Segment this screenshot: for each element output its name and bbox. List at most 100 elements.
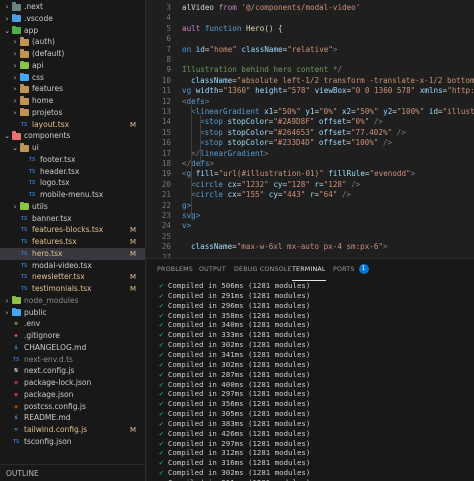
- folder-icon: [19, 72, 29, 83]
- tree-item-label: (default): [32, 49, 65, 58]
- file-mobile-menu-tsx[interactable]: TS mobile-menu.tsx: [0, 189, 145, 201]
- file-readme-md[interactable]: i README.md: [0, 412, 145, 424]
- git-modified-badge: M: [129, 285, 136, 293]
- folder-icon: [11, 307, 21, 318]
- folder-vscode[interactable]: › .vscode: [0, 13, 145, 25]
- file-type-icon: TS: [20, 286, 28, 292]
- outline-section-header[interactable]: OUTLINE: [0, 464, 145, 481]
- line-number: 27: [161, 252, 171, 258]
- code-editor[interactable]: 3 alVideo from '@/components/modal-video'…: [147, 0, 474, 258]
- file-testimonials-tsx[interactable]: TS testimonials.tsx M: [0, 283, 145, 295]
- ports-count-badge: 1: [358, 264, 369, 274]
- tree-item-label: .next: [24, 2, 43, 11]
- file-layout-tsx[interactable]: TS layout.tsx M: [0, 119, 145, 131]
- folder-icon: [19, 37, 29, 47]
- chevron-right-icon: ›: [13, 73, 17, 82]
- check-icon: ✓: [159, 320, 168, 330]
- file-gitignore[interactable]: ◆ .gitignore: [0, 330, 145, 342]
- check-icon: ✓: [159, 399, 168, 409]
- file-package-lock-json[interactable]: ▣ package-lock.json: [0, 377, 145, 389]
- indent-guide: [191, 105, 192, 220]
- file-type-icon: TS: [12, 356, 20, 363]
- check-icon: ✓: [159, 389, 168, 399]
- file-type-icon: ◆: [14, 333, 18, 339]
- folder-css[interactable]: › css: [0, 72, 145, 84]
- file-logo-tsx[interactable]: TS logo.tsx: [0, 177, 145, 189]
- folder-auth[interactable]: › (auth): [0, 36, 145, 48]
- file-type-icon: i: [14, 415, 18, 422]
- tree-item-label: tsconfig.json: [24, 436, 72, 446]
- tree-item-label: layout.tsx: [32, 119, 70, 129]
- file-header-tsx[interactable]: TS header.tsx: [0, 166, 145, 178]
- tree-item-label: next.config.js: [24, 366, 75, 376]
- tree-item-label: css: [32, 72, 44, 82]
- tree-item-label: app: [24, 25, 39, 35]
- folder-projetos[interactable]: › projetos: [0, 107, 145, 119]
- folder-components[interactable]: ⌄ components: [0, 130, 145, 142]
- tree-item-label: features-blocks.tsx: [32, 225, 104, 235]
- check-icon: ✓: [159, 369, 168, 379]
- tree-item-label: mobile-menu.tsx: [40, 190, 104, 199]
- file-package-json[interactable]: ▣ package.json: [0, 389, 145, 401]
- check-icon: ✓: [159, 418, 168, 428]
- file-env[interactable]: ⚙ .env: [0, 318, 145, 330]
- git-modified-badge: M: [129, 226, 136, 235]
- file-features-tsx[interactable]: TS features.tsx M: [0, 236, 145, 248]
- tab-terminal[interactable]: TERMINAL: [292, 259, 326, 281]
- file-changelog-md[interactable]: i CHANGELOG.md: [0, 342, 145, 354]
- tab-problems[interactable]: PROBLEMS: [157, 259, 193, 281]
- file-hero-tsx[interactable]: TS hero.tsx M: [0, 247, 145, 260]
- file-footer-tsx[interactable]: TS footer.tsx: [0, 154, 145, 166]
- chevron-right-icon: ›: [13, 50, 17, 58]
- tree-item-label: projetos: [32, 107, 63, 117]
- file-banner-tsx[interactable]: TS banner.tsx: [0, 213, 145, 225]
- chevron-down-icon: ⌄: [4, 132, 10, 141]
- tab-debug-console[interactable]: DEBUG CONSOLE: [234, 259, 292, 281]
- file-tailwind-config-js[interactable]: ≈ tailwind.config.js M: [0, 424, 145, 436]
- tab-ports[interactable]: PORTS 1: [333, 259, 369, 281]
- tab-output[interactable]: OUTPUT: [199, 259, 226, 281]
- file-newsletter-tsx[interactable]: TS newsletter.tsx M: [0, 271, 145, 283]
- outline-label: OUTLINE: [6, 469, 39, 478]
- check-icon: ✓: [159, 349, 168, 359]
- file-type-icon: ◉: [14, 403, 18, 410]
- file-next-config-js[interactable]: Nnext.config.js: [0, 365, 145, 377]
- git-modified-badge: M: [129, 273, 136, 282]
- chevron-down-icon: ⌄: [12, 144, 18, 152]
- folder-icon: [19, 84, 29, 94]
- folder-next[interactable]: › .next: [0, 1, 145, 13]
- tree-item-label: components: [24, 131, 71, 141]
- folder-ui[interactable]: ⌄ ui: [0, 142, 145, 154]
- folder-utils[interactable]: › utils: [0, 201, 145, 213]
- folder-node-modules[interactable]: › node_modules: [0, 295, 145, 307]
- folder-home[interactable]: › home: [0, 95, 145, 107]
- tree-item-label: api: [32, 60, 44, 70]
- tree-item-label: header.tsx: [40, 166, 80, 176]
- file-postcss-config-js[interactable]: ◉ postcss.config.js: [0, 401, 145, 413]
- file-modal-video-tsx[interactable]: TS modal-video.tsx: [0, 260, 145, 272]
- tree-item-label: .gitignore: [24, 331, 60, 340]
- check-icon: ✓: [159, 310, 168, 320]
- check-icon: ✓: [159, 409, 168, 419]
- chevron-right-icon: ›: [5, 3, 9, 11]
- check-icon: ✓: [159, 448, 168, 458]
- tree-item-label: next-env.d.ts: [24, 354, 73, 364]
- tree-item-label: node_modules: [24, 295, 79, 305]
- folder-app[interactable]: ⌄ app: [0, 25, 145, 37]
- tree-item-label: .env: [24, 319, 41, 329]
- file-next-env-d-ts[interactable]: TS next-env.d.ts: [0, 354, 145, 366]
- folder-default[interactable]: › (default): [0, 48, 145, 60]
- file-tsconfig-json[interactable]: TS tsconfig.json: [0, 436, 145, 448]
- git-modified-badge: M: [129, 426, 136, 434]
- folder-public[interactable]: › public: [0, 307, 145, 319]
- folder-api[interactable]: › api: [0, 60, 145, 72]
- file-type-icon: TS: [20, 215, 28, 222]
- file-features-blocks-tsx[interactable]: TS features-blocks.tsx M: [0, 224, 145, 236]
- tree-item-label: newsletter.tsx: [32, 272, 85, 282]
- folder-features[interactable]: › features: [0, 83, 145, 95]
- folder-icon: [19, 96, 29, 106]
- check-icon: ✓: [159, 281, 168, 290]
- folder-icon: [11, 25, 21, 36]
- folder-icon: [11, 13, 21, 24]
- check-icon: ✓: [159, 359, 168, 369]
